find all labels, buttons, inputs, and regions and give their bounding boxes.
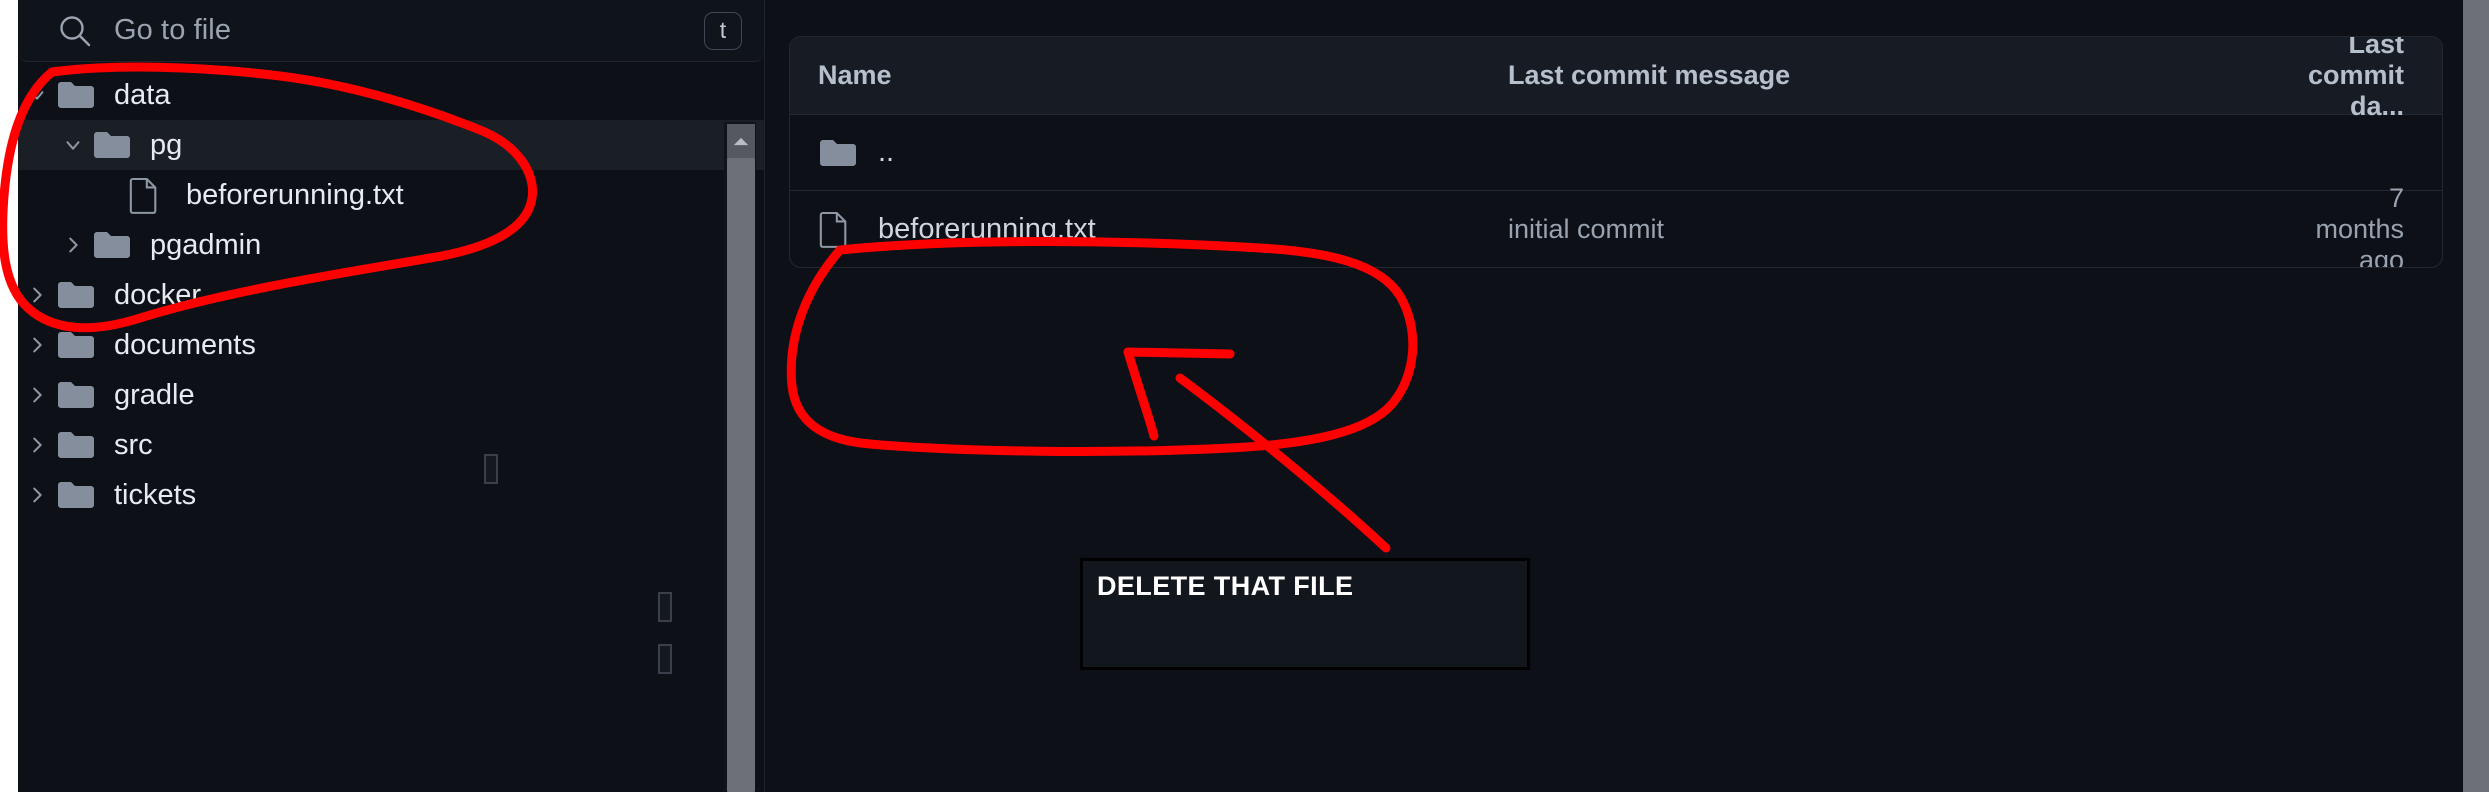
- missing-glyph-artifact: [658, 592, 672, 622]
- tree-item-pg[interactable]: pg: [18, 120, 764, 170]
- table-row-beforerunning-txt[interactable]: beforerunning.txt initial commit 7 month…: [790, 183, 2442, 267]
- chevron-down-icon[interactable]: [54, 134, 92, 156]
- app-root: Go to file t data pg beforerunning.txt p…: [0, 0, 2489, 792]
- folder-icon: [56, 279, 98, 311]
- sidebar-scrollbar-thumb[interactable]: [727, 158, 755, 792]
- file-name-link[interactable]: beforerunning.txt: [878, 213, 1096, 246]
- file-tree-list: data pg beforerunning.txt pgadmin docker…: [18, 62, 764, 792]
- folder-icon: [56, 79, 98, 111]
- commit-message[interactable]: initial commit: [1508, 214, 2308, 245]
- folder-icon: [56, 429, 98, 461]
- chevron-right-icon[interactable]: [18, 434, 56, 456]
- tree-item-documents[interactable]: documents: [18, 320, 764, 370]
- tree-item-label: documents: [114, 328, 256, 361]
- page-scrollbar[interactable]: [2463, 0, 2489, 792]
- file-browser-main: Name Last commit message Last commit da.…: [765, 0, 2489, 792]
- file-tree-sidebar: Go to file t data pg beforerunning.txt p…: [18, 0, 765, 792]
- tree-item-label: gradle: [114, 378, 195, 411]
- tree-item-data[interactable]: data: [18, 70, 764, 120]
- scroll-up-arrow-icon[interactable]: [727, 124, 755, 158]
- tree-item-tickets[interactable]: tickets: [18, 470, 764, 520]
- missing-glyph-artifact: [658, 644, 672, 674]
- search-shortcut-badge: t: [704, 11, 742, 50]
- tree-item-docker[interactable]: docker: [18, 270, 764, 320]
- chevron-right-icon[interactable]: [18, 484, 56, 506]
- chevron-right-icon[interactable]: [54, 234, 92, 256]
- folder-icon: [92, 229, 134, 261]
- tree-item-gradle[interactable]: gradle: [18, 370, 764, 420]
- column-header-name[interactable]: Name: [818, 60, 1508, 91]
- left-edge-sliver: [0, 0, 18, 792]
- tree-item-beforerunning-txt[interactable]: beforerunning.txt: [18, 170, 764, 220]
- search-icon: [58, 14, 92, 48]
- folder-icon: [56, 479, 98, 511]
- file-listing-table: Name Last commit message Last commit da.…: [789, 36, 2443, 268]
- tree-item-label: tickets: [114, 478, 197, 511]
- tree-item-src[interactable]: src: [18, 420, 764, 470]
- missing-glyph-artifact: [484, 454, 498, 484]
- file-icon: [818, 210, 862, 248]
- column-header-last-commit-date[interactable]: Last commit da...: [2308, 37, 2414, 122]
- sidebar-scrollbar[interactable]: [724, 122, 756, 792]
- chevron-right-icon[interactable]: [18, 284, 56, 306]
- tree-item-label: data: [114, 78, 171, 111]
- folder-icon: [56, 379, 98, 411]
- chevron-right-icon[interactable]: [18, 334, 56, 356]
- tree-item-label: beforerunning.txt: [186, 178, 404, 211]
- tree-item-label: src: [114, 428, 153, 461]
- commit-date: 7 months ago: [2315, 182, 2404, 268]
- tree-item-label: pg: [150, 128, 183, 161]
- tree-item-label: docker: [114, 278, 202, 311]
- file-icon: [128, 176, 170, 214]
- annotation-note-text: DELETE THAT FILE: [1097, 571, 1354, 601]
- search-input-placeholder[interactable]: Go to file: [114, 14, 704, 47]
- chevron-down-icon[interactable]: [18, 84, 56, 106]
- annotation-note-box: DELETE THAT FILE: [1080, 558, 1530, 670]
- folder-icon: [92, 129, 134, 161]
- table-row-parent-directory[interactable]: ..: [790, 115, 2442, 191]
- file-name-link[interactable]: ..: [878, 136, 894, 169]
- folder-icon: [56, 329, 98, 361]
- tree-item-pgadmin[interactable]: pgadmin: [18, 220, 764, 270]
- table-header-row: Name Last commit message Last commit da.…: [790, 37, 2442, 121]
- tree-item-label: pgadmin: [150, 228, 262, 261]
- folder-icon: [818, 137, 862, 169]
- chevron-right-icon[interactable]: [18, 384, 56, 406]
- go-to-file-search-bar[interactable]: Go to file t: [18, 0, 764, 62]
- column-header-last-commit-message[interactable]: Last commit message: [1508, 60, 2308, 91]
